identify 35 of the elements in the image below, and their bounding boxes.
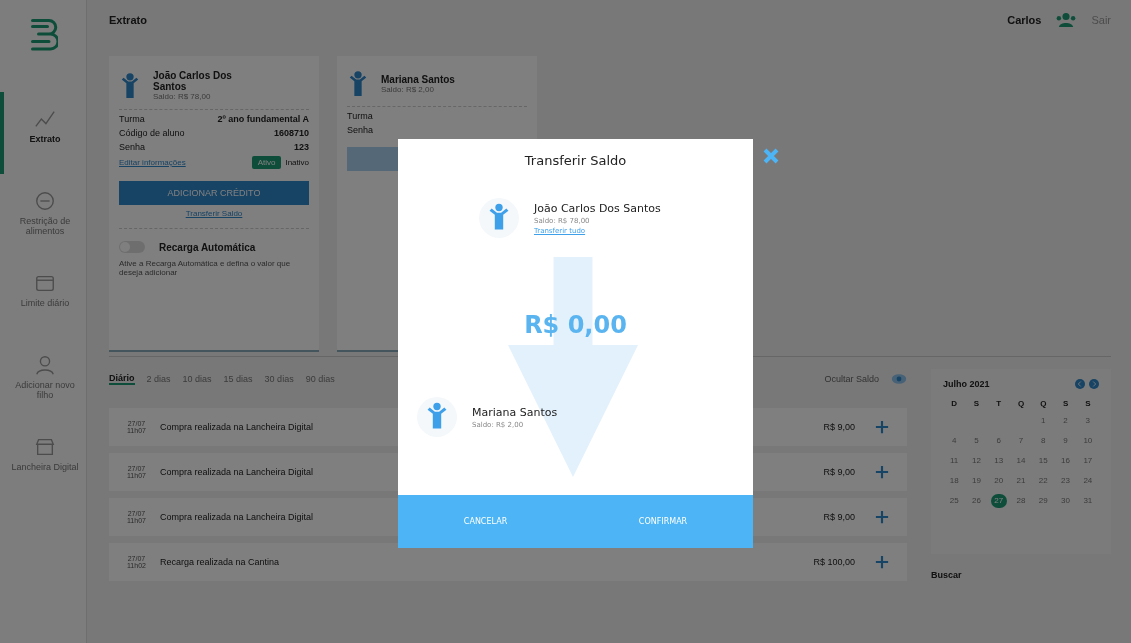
weekday-label: S	[1061, 399, 1070, 408]
transaction-amount: R$ 9,00	[823, 467, 855, 477]
weekday-label: D	[950, 399, 959, 408]
dialog-title: Transferir Saldo	[523, 153, 628, 168]
search-label: Buscar	[931, 570, 963, 580]
page-title: Extrato	[109, 14, 148, 26]
transaction-description: Compra realizada na Lancheira Digital	[159, 512, 314, 522]
field-label: Código de aluno	[119, 128, 185, 138]
transaction-description: Recarga realizada na Cantina	[159, 557, 280, 567]
transaction-amount: R$ 9,00	[823, 512, 855, 522]
weekday-label: Q	[1016, 399, 1026, 408]
calendar-month: Julho 2021	[943, 379, 991, 389]
weekday-label: T	[995, 399, 1003, 408]
field-value: 2º ano fundamental A	[217, 114, 309, 124]
weekday-label: S	[972, 399, 981, 408]
field-value: 1608710	[273, 128, 309, 138]
transaction-description: Compra realizada na Lancheira Digital	[159, 422, 314, 432]
field-label: Turma	[347, 111, 373, 121]
weekday-label: Q	[1039, 399, 1048, 408]
student-name: João Carlos Dos Santos	[153, 70, 233, 92]
field-label: Turma	[119, 114, 145, 124]
transaction-amount: R$ 9,00	[823, 422, 855, 432]
student-name: Mariana Santos	[381, 74, 456, 85]
weekday-label: S	[1084, 399, 1092, 408]
status-label: Inativo	[285, 158, 309, 167]
field-value: 123	[293, 142, 309, 152]
field-label: Senha	[347, 125, 374, 135]
auto-recharge-title: Recarga Automática	[159, 241, 256, 253]
transaction-amount: R$ 100,00	[813, 557, 855, 567]
user-name: Carlos	[1007, 14, 1042, 26]
field-label: Senha	[119, 142, 146, 152]
recipient-name: Mariana Santos	[472, 405, 558, 419]
transaction-description: Compra realizada na Lancheira Digital	[159, 467, 314, 477]
sender-name: João Carlos Dos Santos	[534, 201, 661, 215]
auto-recharge-text: Ative a Recarga Automática e defina o valor que deseja adicionar	[119, 259, 292, 277]
